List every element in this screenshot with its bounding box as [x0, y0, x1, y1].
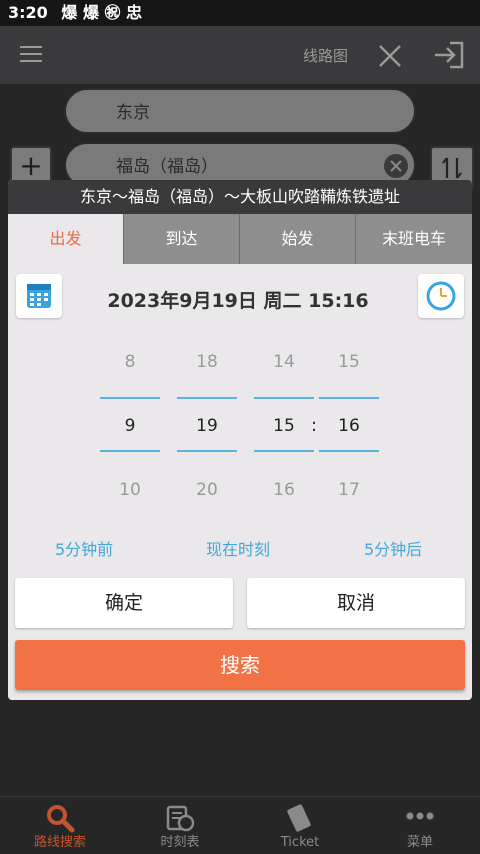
magnifier-icon: [47, 805, 75, 833]
nav-ticket[interactable]: Ticket: [240, 797, 360, 854]
calendar-icon: [27, 284, 51, 308]
picker-divider: [100, 397, 160, 399]
clear-input-icon[interactable]: [384, 154, 408, 178]
tab-arrival[interactable]: 到达: [124, 214, 240, 264]
ticket-icon: [287, 804, 311, 832]
tab-first-train[interactable]: 始发: [240, 214, 356, 264]
picker-divider: [254, 397, 314, 399]
nav-timetable[interactable]: 时刻表: [120, 797, 240, 854]
datetime-dialog: 东京〜福岛（福岛）〜大板山吹踏鞴炼铁遗址 出发 到达 始发 末班电车 2023年…: [8, 180, 472, 700]
five-minutes-later-link[interactable]: 5分钟后: [364, 536, 422, 560]
cancel-button[interactable]: 取消: [247, 578, 465, 628]
picker-divider: [100, 450, 160, 452]
minute-value[interactable]: 16: [319, 416, 379, 436]
picker-divider: [319, 397, 379, 399]
time-separator: :: [311, 415, 318, 436]
top-bar: [0, 26, 480, 84]
hour-next[interactable]: 16: [254, 480, 314, 500]
tab-last-train[interactable]: 末班电车: [356, 214, 472, 264]
nav-label: 时刻表: [160, 835, 200, 850]
departure-station-field[interactable]: 东京: [64, 88, 416, 134]
dialog-title: 东京〜福岛（福岛）〜大板山吹踏鞴炼铁遗址: [8, 180, 472, 214]
picker-divider: [254, 450, 314, 452]
nav-menu[interactable]: 菜单: [360, 797, 480, 854]
confirm-button[interactable]: 确定: [15, 578, 233, 628]
picker-divider: [177, 450, 237, 452]
nav-route-search[interactable]: 路线搜索: [0, 797, 120, 854]
clock-button[interactable]: [418, 274, 464, 318]
search-button[interactable]: 搜索: [15, 640, 465, 690]
day-prev[interactable]: 18: [177, 352, 237, 372]
more-dots-icon: [406, 812, 434, 820]
picker-divider: [177, 397, 237, 399]
route-map-link[interactable]: 线路图: [303, 45, 348, 66]
bottom-navigation: 路线搜索 时刻表 Ticket 菜单: [0, 796, 480, 854]
tab-departure[interactable]: 出发: [8, 214, 124, 264]
hour-prev[interactable]: 14: [254, 352, 314, 372]
hamburger-menu-icon[interactable]: [20, 46, 42, 62]
minute-next[interactable]: 17: [319, 480, 379, 500]
calendar-button[interactable]: [16, 274, 62, 318]
status-time: 3:20: [8, 3, 48, 22]
day-next[interactable]: 20: [177, 480, 237, 500]
nav-label: 菜单: [406, 835, 433, 850]
current-time-link[interactable]: 现在时刻: [206, 536, 270, 560]
month-value[interactable]: 9: [100, 416, 160, 436]
month-prev[interactable]: 8: [100, 352, 160, 372]
picker-divider: [319, 450, 379, 452]
clock-icon: [426, 281, 456, 311]
status-icons: 爆 爆 ㊗ 忠: [61, 3, 143, 22]
nav-label: Ticket: [280, 835, 320, 850]
status-bar: 3:20 爆 爆 ㊗ 忠: [0, 0, 480, 26]
day-value[interactable]: 19: [177, 416, 237, 436]
five-minutes-earlier-link[interactable]: 5分钟前: [55, 536, 113, 560]
close-icon[interactable]: [378, 44, 402, 68]
hour-value[interactable]: 15: [254, 416, 314, 436]
login-icon[interactable]: [432, 40, 466, 70]
nav-label: 路线搜索: [33, 835, 86, 850]
timetable-icon: [166, 805, 195, 832]
selected-datetime: 2023年9月19日 周二 15:16: [107, 290, 369, 312]
month-next[interactable]: 10: [100, 480, 160, 500]
minute-prev[interactable]: 15: [319, 352, 379, 372]
